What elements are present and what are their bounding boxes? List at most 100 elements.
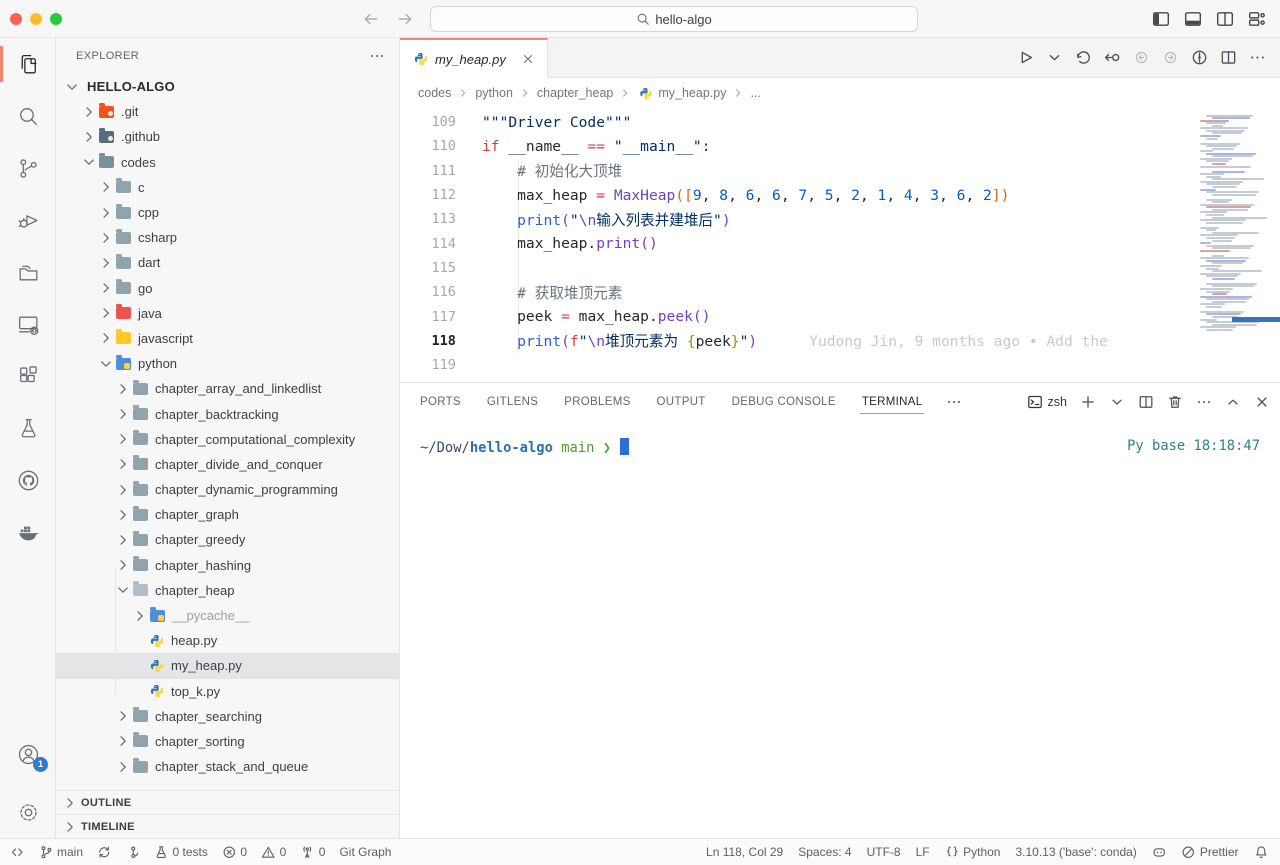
tree-item-chapter-searching[interactable]: chapter_searching [56,704,399,729]
panel-ellipsis-icon[interactable] [1196,394,1212,410]
history-icon[interactable] [1075,49,1092,66]
activity-docker-icon[interactable] [0,506,56,558]
chevron-right-icon[interactable] [98,230,114,246]
activity-files-icon[interactable] [0,38,56,90]
activity-test-beaker-icon[interactable] [0,402,56,454]
chevron-right-icon[interactable] [115,482,131,498]
maximize-window-button[interactable] [50,13,62,25]
navigate-back-icon[interactable] [362,10,380,28]
code-line-114[interactable]: 114 max_heap.print() [400,231,1190,255]
status-bell-icon[interactable] [1254,845,1269,860]
code-line-117[interactable]: 117 peek = max_heap.peek() [400,304,1190,328]
status-main[interactable]: main [39,845,84,860]
tree-item--git[interactable]: .git [56,99,399,124]
chevron-right-icon[interactable] [115,431,131,447]
tree-item-cpp[interactable]: cpp [56,200,399,225]
tree-item-c[interactable]: c [56,175,399,200]
chevron-right-icon[interactable] [115,759,131,775]
layout-bottom-toggle-icon[interactable] [1184,10,1202,28]
tree-item-chapter-hashing[interactable]: chapter_hashing [56,553,399,578]
code-line-111[interactable]: 111 # 初始化大顶堆 [400,159,1190,183]
chevron-down-icon[interactable] [64,79,80,95]
panel-tabs-more-icon[interactable] [946,394,962,410]
activity-source-control-icon[interactable] [0,142,56,194]
chevron-right-icon[interactable] [115,381,131,397]
panel-plus-icon[interactable] [1080,394,1096,410]
status-0-tests[interactable]: 0 tests [154,845,208,860]
gitlens-graph-icon[interactable] [1191,49,1208,66]
minimap[interactable] [1196,108,1280,348]
panel-tab-terminal[interactable]: TERMINAL [860,383,925,420]
circle-back-icon[interactable] [1133,49,1150,66]
code-line-113[interactable]: 113 print("\n输入列表并建堆后") [400,207,1190,231]
circle-forward-icon[interactable] [1162,49,1179,66]
tree-item--github[interactable]: .github [56,124,399,149]
status-0[interactable]: 0 [222,845,247,860]
chevron-down-icon[interactable] [98,356,114,372]
tree-item-chapter-dynamic-programming[interactable]: chapter_dynamic_programming [56,477,399,502]
open-changes-icon[interactable] [1104,49,1121,66]
command-center-search[interactable]: hello-algo [430,6,918,32]
panel-tab-problems[interactable]: PROBLEMS [562,383,632,420]
sidebar-section-outline[interactable]: OUTLINE [56,790,399,814]
status-python[interactable]: Python [945,845,1001,860]
tree-item-chapter-divide-and-conquer[interactable]: chapter_divide_and_conquer [56,452,399,477]
terminal-shell-item[interactable]: zsh [1027,394,1067,410]
terminal-view[interactable]: ~/Dow/hello-algo main ❯ Py base 18:18:47 [400,420,1280,456]
status-lf[interactable]: LF [916,845,930,859]
code-line-118[interactable]: 118 print(f"\n堆顶元素为 {peek}")Yudong Jin, … [400,329,1190,353]
panel-tab-debug-console[interactable]: DEBUG CONSOLE [730,383,838,420]
tree-item-codes[interactable]: codes [56,150,399,175]
panel-close-icon[interactable] [1254,394,1270,410]
status-prettier[interactable]: Prettier [1181,845,1238,860]
status-remote-indicator-icon[interactable] [10,845,25,860]
sidebar-section-timeline[interactable]: TIMELINE [56,814,399,838]
breadcrumb-my-heap-py[interactable]: my_heap.py [637,86,726,100]
chevron-right-icon[interactable] [115,456,131,472]
chevron-right-icon[interactable] [98,330,114,346]
tree-item-dart[interactable]: dart [56,250,399,275]
chevron-right-icon[interactable] [98,255,114,271]
breadcrumb-codes[interactable]: codes [418,86,451,100]
chevron-right-icon[interactable] [98,179,114,195]
tree-item-my-heap-py[interactable]: my_heap.py [56,653,399,678]
chevron-right-icon[interactable] [115,708,131,724]
explorer-more-actions-icon[interactable] [369,48,385,64]
chevron-down-icon[interactable] [1046,49,1063,66]
tree-item--pycache-[interactable]: __pycache__ [56,603,399,628]
layout-grid-toggle-icon[interactable] [1248,10,1266,28]
panel-chevron-up-icon[interactable] [1225,394,1241,410]
panel-tab-output[interactable]: OUTPUT [655,383,708,420]
tree-item-chapter-stack-and-queue[interactable]: chapter_stack_and_queue [56,754,399,779]
code-line-119[interactable]: 119 [400,353,1190,377]
chevron-right-icon[interactable] [81,104,97,120]
chevron-right-icon[interactable] [98,305,114,321]
activity-search-icon[interactable] [0,90,56,142]
activity-account-icon[interactable]: 1 [0,728,56,780]
activity-github-icon[interactable] [0,454,56,506]
status-copilot-icon[interactable] [1152,845,1167,860]
breadcrumb--[interactable]: ... [750,86,760,100]
chevron-down-icon[interactable] [115,582,131,598]
tree-item-chapter-array-and-linkedlist[interactable]: chapter_array_and_linkedlist [56,376,399,401]
minimize-window-button[interactable] [30,13,42,25]
status-3-10-13-base-conda[interactable]: 3.10.13 ('base': conda) [1015,845,1136,859]
status-0[interactable]: 0 [261,845,286,860]
tab-my-heap-py[interactable]: my_heap.py [400,38,548,78]
code-line-109[interactable]: 109"""Driver Code""" [400,110,1190,134]
panel-trash-icon[interactable] [1167,394,1183,410]
split-editor-icon[interactable] [1220,49,1237,66]
tree-item-chapter-computational-complexity[interactable]: chapter_computational_complexity [56,427,399,452]
tree-item-java[interactable]: java [56,301,399,326]
layout-left-toggle-icon[interactable] [1152,10,1170,28]
status-utf-8[interactable]: UTF-8 [867,845,901,859]
panel-tab-ports[interactable]: PORTS [418,383,463,420]
close-tab-icon[interactable] [521,52,535,66]
navigate-forward-icon[interactable] [396,10,414,28]
chevron-right-icon[interactable] [81,129,97,145]
activity-extensions-icon[interactable] [0,350,56,402]
code-line-112[interactable]: 112 max_heap = MaxHeap([9, 8, 6, 6, 7, 5… [400,183,1190,207]
chevron-right-icon[interactable] [132,608,148,624]
tree-item-go[interactable]: go [56,276,399,301]
chevron-right-icon[interactable] [98,205,114,221]
